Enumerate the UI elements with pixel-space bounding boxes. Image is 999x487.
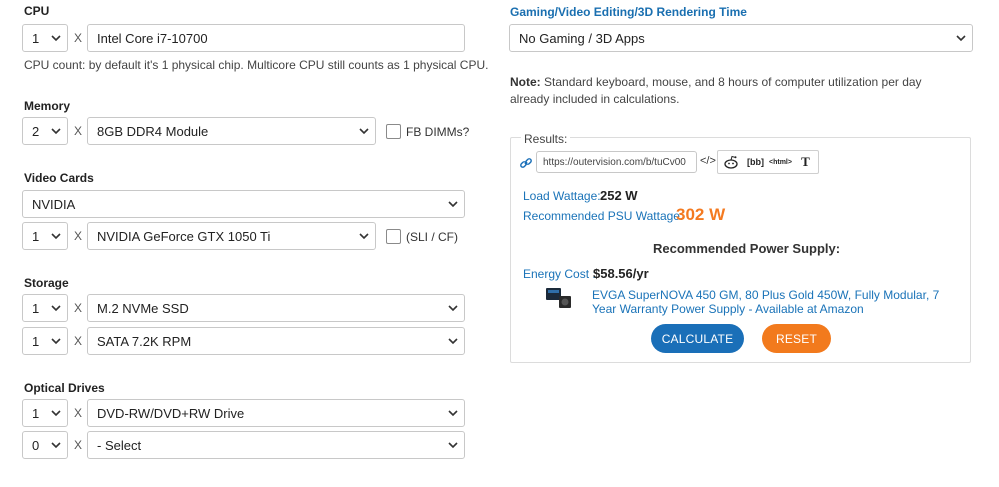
psu-wattage-value: 302 W <box>676 205 726 224</box>
recommended-psu-title: Recommended Power Supply: <box>653 241 841 256</box>
storage-1-type-value: M.2 NVMe SSD <box>97 300 189 316</box>
video-section-label: Video Cards <box>24 171 94 185</box>
optical-2-times-mark: X <box>74 438 83 452</box>
video-count-select[interactable]: 1 <box>22 222 68 250</box>
share-url-value: https://outervision.com/b/tuCv00 <box>543 156 686 168</box>
chevron-down-icon <box>45 409 67 417</box>
psu-product-image[interactable] <box>545 286 573 310</box>
optical-2-type-value: - Select <box>97 437 142 453</box>
chevron-down-icon <box>45 337 67 345</box>
code-icon[interactable]: </> <box>700 155 716 167</box>
chevron-down-icon <box>45 127 67 135</box>
cpu-model-input[interactable]: Intel Core i7-10700 <box>87 24 465 52</box>
calculate-button[interactable]: CALCULATE <box>651 324 744 353</box>
memory-module-select[interactable]: 8GB DDR4 Module <box>87 117 376 145</box>
chevron-down-icon <box>442 337 464 345</box>
link-icon <box>519 156 533 170</box>
gaming-section-label: Gaming/Video Editing/3D Rendering Time <box>510 5 747 19</box>
storage-1-times-mark: X <box>74 301 83 315</box>
video-times-mark: X <box>74 229 83 243</box>
storage-1-count-value: 1 <box>32 300 40 316</box>
sli-checkbox[interactable] <box>386 229 401 244</box>
storage-section-label: Storage <box>24 276 69 290</box>
load-wattage-label: Load Wattage: <box>523 189 601 203</box>
psu-amazon-link[interactable]: EVGA SuperNOVA 450 GM, 80 Plus Gold 450W… <box>592 288 952 316</box>
optical-1-type-value: DVD-RW/DVD+RW Drive <box>97 405 245 421</box>
chevron-down-icon <box>45 441 67 449</box>
calculation-note: Note: Standard keyboard, mouse, and 8 ho… <box>510 74 960 108</box>
results-label: Results: <box>521 132 571 146</box>
bbcode-icon[interactable]: [bb] <box>743 151 768 173</box>
storage-2-count-value: 1 <box>32 333 40 349</box>
html-icon[interactable]: <html> <box>768 151 793 173</box>
chevron-down-icon <box>45 34 67 42</box>
chevron-down-icon <box>353 232 375 240</box>
energy-cost-value: $58.56/yr <box>593 266 649 281</box>
video-model-value: NVIDIA GeForce GTX 1050 Ti <box>97 228 271 244</box>
optical-2-type-select[interactable]: - Select <box>87 431 465 459</box>
load-wattage-value: 252 W <box>600 188 638 203</box>
cpu-section-label: CPU <box>24 4 50 18</box>
results-panel: Results: https://outervision.com/b/tuCv0… <box>510 132 971 363</box>
storage-2-type-value: SATA 7.2K RPM <box>97 333 192 349</box>
memory-section-label: Memory <box>24 99 71 113</box>
video-brand-value: NVIDIA <box>32 196 76 212</box>
optical-2-count-select[interactable]: 0 <box>22 431 68 459</box>
optical-1-times-mark: X <box>74 406 83 420</box>
cpu-hint: CPU count: by default it's 1 physical ch… <box>24 58 489 72</box>
optical-1-count-value: 1 <box>32 405 40 421</box>
fb-dimms-label: FB DIMMs? <box>406 125 470 139</box>
chevron-down-icon <box>950 34 972 42</box>
video-brand-select[interactable]: NVIDIA <box>22 190 465 218</box>
memory-count-select[interactable]: 2 <box>22 117 68 145</box>
chevron-down-icon <box>45 304 67 312</box>
energy-cost-label: Energy Cost : <box>523 267 596 281</box>
chevron-down-icon <box>45 232 67 240</box>
optical-1-count-select[interactable]: 1 <box>22 399 68 427</box>
note-bold-label: Note: <box>510 75 541 89</box>
cpu-count-value: 1 <box>32 30 40 46</box>
share-url-input[interactable]: https://outervision.com/b/tuCv00 <box>536 151 697 173</box>
reset-button[interactable]: RESET <box>762 324 831 353</box>
optical-1-type-select[interactable]: DVD-RW/DVD+RW Drive <box>87 399 465 427</box>
chevron-down-icon <box>442 441 464 449</box>
video-count-value: 1 <box>32 228 40 244</box>
note-text: Standard keyboard, mouse, and 8 hours of… <box>510 75 922 106</box>
psu-wattage-label: Recommended PSU Wattage: <box>523 209 684 223</box>
video-model-select[interactable]: NVIDIA GeForce GTX 1050 Ti <box>87 222 376 250</box>
storage-1-count-select[interactable]: 1 <box>22 294 68 322</box>
optical-2-count-value: 0 <box>32 437 40 453</box>
gaming-select[interactable]: No Gaming / 3D Apps <box>509 24 973 52</box>
chevron-down-icon <box>353 127 375 135</box>
chevron-down-icon <box>442 409 464 417</box>
storage-2-times-mark: X <box>74 334 83 348</box>
storage-2-count-select[interactable]: 1 <box>22 327 68 355</box>
gaming-value: No Gaming / 3D Apps <box>519 30 645 46</box>
cpu-times-mark: X <box>74 31 83 45</box>
cpu-model-value: Intel Core i7-10700 <box>97 30 208 46</box>
text-icon[interactable]: T <box>793 151 818 173</box>
memory-count-value: 2 <box>32 123 40 139</box>
memory-times-mark: X <box>74 124 83 138</box>
storage-2-type-select[interactable]: SATA 7.2K RPM <box>87 327 465 355</box>
share-button-group: [bb] <html> T <box>717 150 819 174</box>
reddit-icon[interactable] <box>718 151 743 173</box>
fb-dimms-checkbox[interactable] <box>386 124 401 139</box>
storage-1-type-select[interactable]: M.2 NVMe SSD <box>87 294 465 322</box>
cpu-count-select[interactable]: 1 <box>22 24 68 52</box>
memory-module-value: 8GB DDR4 Module <box>97 123 209 139</box>
optical-section-label: Optical Drives <box>24 381 105 395</box>
chevron-down-icon <box>442 200 464 208</box>
chevron-down-icon <box>442 304 464 312</box>
sli-label: (SLI / CF) <box>406 230 459 244</box>
